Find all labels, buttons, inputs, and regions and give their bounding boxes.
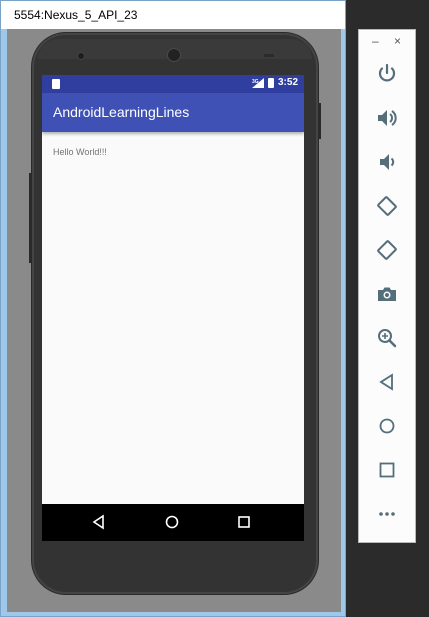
emulator-toolbar: – × <box>358 29 416 543</box>
signal-icon: 3G <box>251 77 264 88</box>
camera-lens <box>78 53 84 59</box>
hello-text: Hello World!!! <box>53 147 107 157</box>
zoom-icon[interactable] <box>375 326 399 350</box>
battery-icon <box>267 77 274 88</box>
power-icon[interactable] <box>375 62 399 86</box>
overview-icon[interactable] <box>375 458 399 482</box>
status-icons: 3G 3:52 <box>251 77 298 88</box>
close-button[interactable]: × <box>394 34 401 48</box>
navigation-bar <box>42 504 304 541</box>
status-time: 3:52 <box>277 77 298 88</box>
home-icon[interactable] <box>375 414 399 438</box>
sd-card-icon <box>52 79 60 89</box>
back-icon[interactable] <box>375 370 399 394</box>
app-bar: AndroidLearningLines <box>42 93 304 132</box>
nav-back-icon[interactable] <box>90 513 108 531</box>
more-icon[interactable] <box>375 502 399 526</box>
app-title: AndroidLearningLines <box>53 104 190 120</box>
volume-up-icon[interactable] <box>375 106 399 130</box>
rotate-left-icon[interactable] <box>375 194 399 218</box>
emulator-body: 3G 3:52 AndroidLearningLines Hello World… <box>7 29 341 612</box>
sensor <box>264 54 274 57</box>
minimize-button[interactable]: – <box>372 34 379 48</box>
nav-overview-icon[interactable] <box>235 513 253 531</box>
svg-text:3G: 3G <box>252 79 259 85</box>
window-title: 5554:Nexus_5_API_23 <box>1 1 345 29</box>
emulator-window: 5554:Nexus_5_API_23 3G 3:52 AndroidLearn… <box>0 0 346 617</box>
speaker-icon <box>168 49 180 61</box>
camera-icon[interactable] <box>375 282 399 306</box>
phone-frame: 3G 3:52 AndroidLearningLines Hello World… <box>29 33 321 594</box>
phone-side-button <box>318 103 321 139</box>
device-screen[interactable]: 3G 3:52 AndroidLearningLines Hello World… <box>42 75 304 541</box>
rotate-right-icon[interactable] <box>375 238 399 262</box>
phone-side-button <box>29 173 32 263</box>
nav-home-icon[interactable] <box>163 513 181 531</box>
status-bar: 3G 3:52 <box>42 75 304 93</box>
volume-down-icon[interactable] <box>375 150 399 174</box>
